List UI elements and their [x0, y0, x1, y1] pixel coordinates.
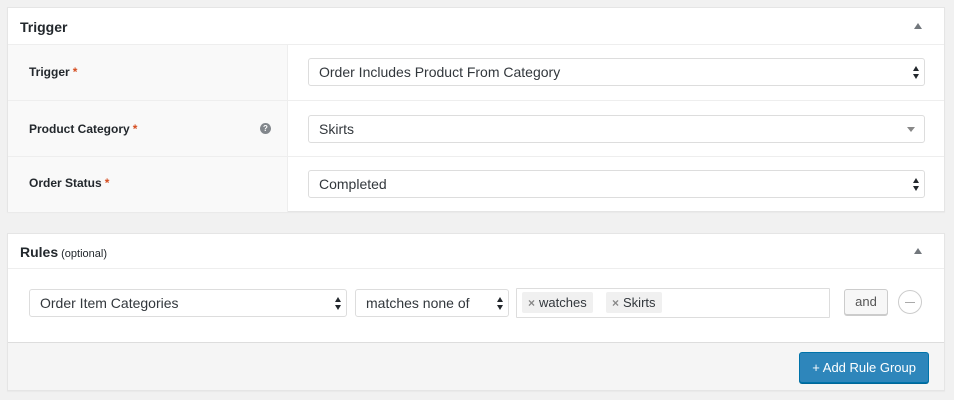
order-status-field-row: Order Status * Completed — [8, 157, 944, 212]
tag-watches: × watches — [522, 292, 593, 313]
rules-panel-title: Rules (optional) — [20, 244, 107, 260]
rules-panel: Rules (optional) Order Item Categories ma… — [7, 233, 945, 391]
trigger-select-value: Order Includes Product From Category — [319, 64, 561, 80]
select-arrows-icon — [913, 66, 919, 79]
product-category-select-value: Skirts — [319, 121, 354, 137]
remove-rule-icon[interactable] — [898, 290, 922, 314]
product-category-field-row: Product Category * ? Skirts — [8, 101, 944, 157]
rule-operator-value: matches none of — [366, 295, 470, 311]
optional-label: (optional) — [61, 248, 107, 260]
trigger-panel-title: Trigger — [20, 19, 68, 35]
rule-operator-select[interactable]: matches none of — [355, 289, 509, 317]
chevron-down-icon — [907, 127, 915, 132]
rule-field-select[interactable]: Order Item Categories — [29, 289, 347, 317]
rules-panel-header[interactable]: Rules (optional) — [8, 234, 944, 269]
product-category-label: Product Category * — [29, 122, 138, 136]
order-status-select[interactable]: Completed — [308, 170, 925, 198]
order-status-label-cell: Order Status * — [8, 157, 288, 212]
remove-tag-icon[interactable]: × — [612, 293, 619, 314]
and-button[interactable]: and — [844, 289, 888, 315]
trigger-label-cell: Trigger * — [8, 45, 288, 100]
tag-label: Skirts — [623, 295, 656, 310]
required-mark: * — [132, 122, 138, 136]
trigger-field-row: Trigger * Order Includes Product From Cat… — [8, 45, 944, 101]
select-arrows-icon — [497, 297, 503, 310]
select-arrows-icon — [335, 297, 341, 310]
help-icon[interactable]: ? — [260, 123, 271, 134]
product-category-label-cell: Product Category * ? — [8, 101, 288, 156]
add-rule-group-button[interactable]: + Add Rule Group — [799, 352, 929, 383]
remove-tag-icon[interactable]: × — [528, 293, 535, 314]
collapse-toggle-icon[interactable] — [914, 248, 922, 254]
tag-skirts: × Skirts — [606, 292, 662, 313]
select-arrows-icon — [913, 178, 919, 191]
product-category-select[interactable]: Skirts — [308, 115, 925, 143]
tag-label: watches — [539, 295, 587, 310]
rule-value-multiselect[interactable]: × watches × Skirts — [516, 288, 830, 318]
trigger-label: Trigger * — [29, 65, 78, 79]
trigger-panel: Trigger Trigger * Order Includes Product … — [7, 7, 945, 212]
rules-footer: + Add Rule Group — [8, 342, 944, 390]
trigger-select[interactable]: Order Includes Product From Category — [308, 58, 925, 86]
order-status-select-value: Completed — [319, 176, 387, 192]
required-mark: * — [104, 176, 110, 190]
trigger-panel-header[interactable]: Trigger — [8, 8, 944, 45]
order-status-label: Order Status * — [29, 176, 110, 190]
rule-field-value: Order Item Categories — [40, 295, 179, 311]
required-mark: * — [72, 65, 78, 79]
collapse-toggle-icon[interactable] — [914, 23, 922, 29]
